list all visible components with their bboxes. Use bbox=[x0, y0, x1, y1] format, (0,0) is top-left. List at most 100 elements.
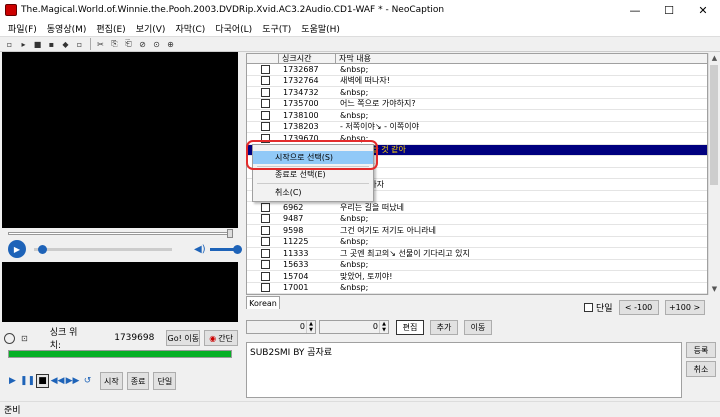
table-row[interactable]: 1735700 어느 쪽으로 가야하지? bbox=[247, 99, 707, 110]
row-checkbox[interactable] bbox=[261, 248, 270, 258]
volume-thumb[interactable] bbox=[232, 244, 242, 254]
paste-icon[interactable]: ⎗ bbox=[122, 38, 135, 50]
row-checkbox[interactable] bbox=[261, 99, 270, 109]
table-row[interactable]: 1738203 - 저쪽이야↘ - 이쪽이야 bbox=[247, 122, 707, 133]
spinner-arrows-icon[interactable]: ▲ ▼ bbox=[306, 321, 315, 333]
row-checkbox[interactable] bbox=[261, 87, 270, 97]
menu-multilang[interactable]: 다국어(L) bbox=[210, 22, 257, 35]
tab-korean[interactable]: Korean bbox=[246, 296, 280, 309]
scroll-thumb[interactable] bbox=[710, 65, 718, 185]
copy-icon[interactable]: ⎘ bbox=[108, 38, 121, 50]
row-checkbox[interactable] bbox=[261, 64, 270, 74]
pause-icon[interactable]: ❚❚ bbox=[20, 374, 35, 388]
add-button[interactable]: 추가 bbox=[430, 319, 458, 335]
table-row[interactable]: 11333 그 곳엔 최고의↘ 선물이 기다리고 있지 bbox=[247, 248, 707, 260]
forward-icon[interactable]: ▶▶ bbox=[66, 374, 80, 388]
row-checkbox[interactable] bbox=[261, 110, 270, 120]
open-folder-icon[interactable]: ▸ bbox=[17, 38, 30, 50]
open-video-icon[interactable]: ◆ bbox=[59, 38, 72, 50]
edit-button[interactable]: 편집 bbox=[396, 319, 424, 335]
row-checkbox[interactable] bbox=[261, 122, 270, 132]
rewind-icon[interactable]: ◀◀ bbox=[51, 374, 65, 388]
sync-icon[interactable]: ⊙ bbox=[150, 38, 163, 50]
new-file-icon[interactable]: ▫ bbox=[3, 38, 16, 50]
table-row[interactable]: 15633 &nbsp; bbox=[247, 260, 707, 271]
time-icon[interactable]: ⊕ bbox=[164, 38, 177, 50]
save-as-icon[interactable]: ▪ bbox=[45, 38, 58, 50]
row-checkbox[interactable] bbox=[261, 271, 270, 281]
table-row[interactable]: 1732764 새벽에 떠나자! bbox=[247, 76, 707, 87]
save-icon[interactable]: ■ bbox=[31, 38, 44, 50]
stop-icon[interactable]: ■ bbox=[36, 374, 49, 388]
cut-icon[interactable]: ✂ bbox=[94, 38, 107, 50]
scroll-up-icon[interactable]: ▲ bbox=[709, 53, 720, 64]
row-checkbox[interactable] bbox=[261, 283, 270, 293]
row-checkbox[interactable] bbox=[261, 260, 270, 270]
menu-view[interactable]: 보기(V) bbox=[131, 22, 171, 35]
table-row[interactable]: 11225 &nbsp; bbox=[247, 237, 707, 248]
position-thumb[interactable] bbox=[38, 244, 47, 254]
grid-scrollbar[interactable]: ▲ ▼ bbox=[708, 53, 719, 295]
start-button[interactable]: 시작 bbox=[100, 372, 123, 390]
menu-video[interactable]: 동영상(M) bbox=[42, 22, 92, 35]
cancel-button[interactable]: 취소 bbox=[686, 361, 716, 377]
row-checkbox[interactable] bbox=[261, 76, 270, 86]
prev-100-button[interactable]: < -100 bbox=[618, 299, 659, 315]
go-button[interactable]: Go! 이동 bbox=[166, 330, 201, 346]
menu-help[interactable]: 도움말(H) bbox=[296, 22, 345, 35]
go-button-label: Go! 이동 bbox=[167, 333, 200, 343]
start-time-spinner[interactable]: 0 ▲ ▼ bbox=[246, 320, 316, 334]
table-row[interactable]: 1738100 &nbsp; bbox=[247, 110, 707, 122]
row-check-cell bbox=[261, 248, 279, 258]
menu-cancel[interactable]: 취소(C) bbox=[253, 186, 373, 199]
seek-bar[interactable] bbox=[8, 229, 233, 238]
seek-thumb[interactable] bbox=[227, 229, 233, 238]
menu-file[interactable]: 파일(F) bbox=[3, 22, 42, 35]
row-checkbox[interactable] bbox=[261, 214, 270, 224]
video-area[interactable] bbox=[2, 52, 238, 228]
menu-edit[interactable]: 편집(E) bbox=[91, 22, 130, 35]
table-row[interactable]: 1734732 &nbsp; bbox=[247, 87, 707, 99]
row-checkbox[interactable] bbox=[261, 237, 270, 247]
scroll-down-icon[interactable]: ▼ bbox=[709, 284, 720, 295]
end-button[interactable]: 종료 bbox=[126, 372, 150, 390]
table-row[interactable]: 6962 우리는 길을 떠났네 bbox=[247, 202, 707, 214]
single-line-button[interactable]: 단일 bbox=[153, 372, 177, 390]
header-time[interactable]: 싱크시간 bbox=[279, 54, 336, 63]
end-time-spinner[interactable]: 0 ▲ ▼ bbox=[319, 320, 389, 334]
table-row[interactable]: 9598 그건 여기도 저기도 아니라네 bbox=[247, 225, 707, 237]
table-row[interactable]: 1732687 &nbsp; bbox=[247, 64, 707, 76]
row-text: 새벽에 떠나자! bbox=[340, 76, 390, 86]
single-checkbox[interactable] bbox=[584, 302, 593, 312]
volume-icon[interactable]: ◀) bbox=[194, 244, 206, 255]
register-button[interactable]: 등록 bbox=[686, 342, 716, 358]
row-time: 1735700 bbox=[283, 99, 319, 109]
spinner-arrows-icon[interactable]: ▲ ▼ bbox=[379, 321, 388, 333]
table-row[interactable]: 17001 &nbsp; bbox=[247, 283, 707, 294]
loop-icon[interactable]: ↺ bbox=[81, 374, 94, 388]
header-text[interactable]: 자막 내용 bbox=[336, 54, 707, 63]
row-check-cell bbox=[261, 202, 279, 212]
blank-icon[interactable]: ▫ bbox=[73, 38, 86, 50]
table-row[interactable]: 15704 맞았어, 토끼야! bbox=[247, 271, 707, 283]
menu-subtitle[interactable]: 자막(C) bbox=[170, 22, 210, 35]
row-text: &nbsp; bbox=[340, 133, 369, 143]
position-slider[interactable] bbox=[34, 244, 172, 254]
row-checkbox[interactable] bbox=[261, 225, 270, 235]
volume-slider[interactable] bbox=[209, 244, 242, 254]
close-button[interactable]: ✕ bbox=[686, 0, 720, 20]
subtitle-textbox[interactable]: SUB2SMI BY 곰자료 bbox=[246, 342, 682, 398]
add-button-label: 추가 bbox=[436, 322, 452, 332]
row-checkbox[interactable] bbox=[261, 202, 270, 212]
sync-mark-icon[interactable]: ⊡ bbox=[18, 332, 31, 344]
next-100-button[interactable]: +100 > bbox=[664, 299, 705, 315]
move-button[interactable]: 이동 bbox=[464, 319, 492, 335]
table-row[interactable]: 9487 &nbsp; bbox=[247, 214, 707, 225]
simple-button[interactable]: ◉ 간단 bbox=[204, 330, 238, 346]
maximize-button[interactable]: ☐ bbox=[652, 0, 686, 20]
minimize-button[interactable]: — bbox=[618, 0, 652, 20]
play-icon[interactable]: ▶ bbox=[8, 240, 26, 258]
menu-tools[interactable]: 도구(T) bbox=[257, 22, 296, 35]
play-small-icon[interactable]: ▶ bbox=[6, 374, 19, 388]
clear-icon[interactable]: ⊘ bbox=[136, 38, 149, 50]
